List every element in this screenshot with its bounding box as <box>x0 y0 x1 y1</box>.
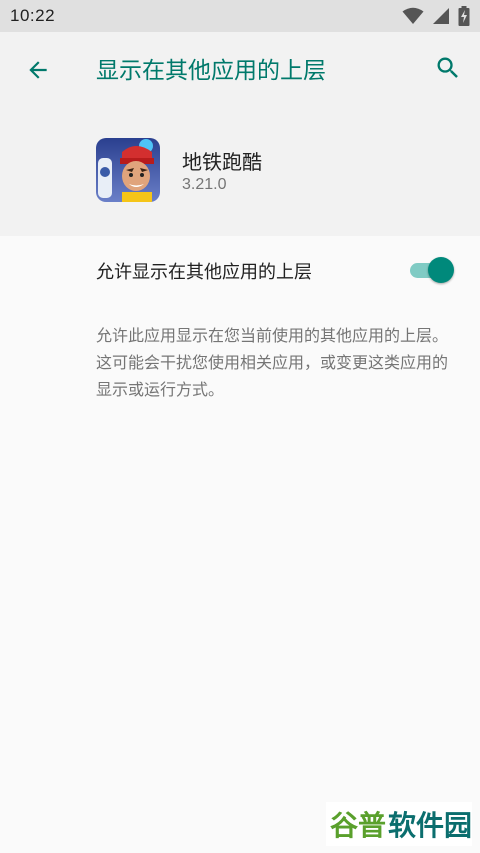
search-icon <box>434 54 462 86</box>
svg-text:软件园: 软件园 <box>388 809 472 842</box>
wifi-icon <box>402 7 424 25</box>
permission-toggle-label: 允许显示在其他应用的上层 <box>96 262 312 283</box>
app-icon <box>96 138 160 202</box>
app-name: 地铁跑酷 <box>182 150 262 174</box>
app-bar: 显示在其他应用的上层 <box>0 32 480 110</box>
switch-thumb <box>428 257 454 283</box>
permission-switch[interactable] <box>408 256 456 284</box>
app-version: 3.21.0 <box>182 176 227 193</box>
search-button[interactable] <box>430 52 466 88</box>
battery-charging-icon <box>458 6 470 26</box>
svg-text:谷普: 谷普 <box>330 809 386 842</box>
status-icons <box>402 6 470 26</box>
app-header: 地铁跑酷 3.21.0 <box>0 110 480 236</box>
cell-signal-icon <box>432 7 450 25</box>
back-button[interactable] <box>20 54 56 90</box>
permission-description: 允许此应用显示在您当前使用的其他应用的上层。这可能会干扰您使用相关应用，或变更这… <box>96 326 449 399</box>
status-time: 10:22 <box>10 6 56 25</box>
permission-toggle-row[interactable]: 允许显示在其他应用的上层 <box>0 236 480 304</box>
arrow-back-icon <box>25 57 51 87</box>
status-bar: 10:22 <box>0 0 480 32</box>
page-title: 显示在其他应用的上层 <box>96 58 326 84</box>
watermark-logo: 谷普 软件园 <box>326 800 472 848</box>
